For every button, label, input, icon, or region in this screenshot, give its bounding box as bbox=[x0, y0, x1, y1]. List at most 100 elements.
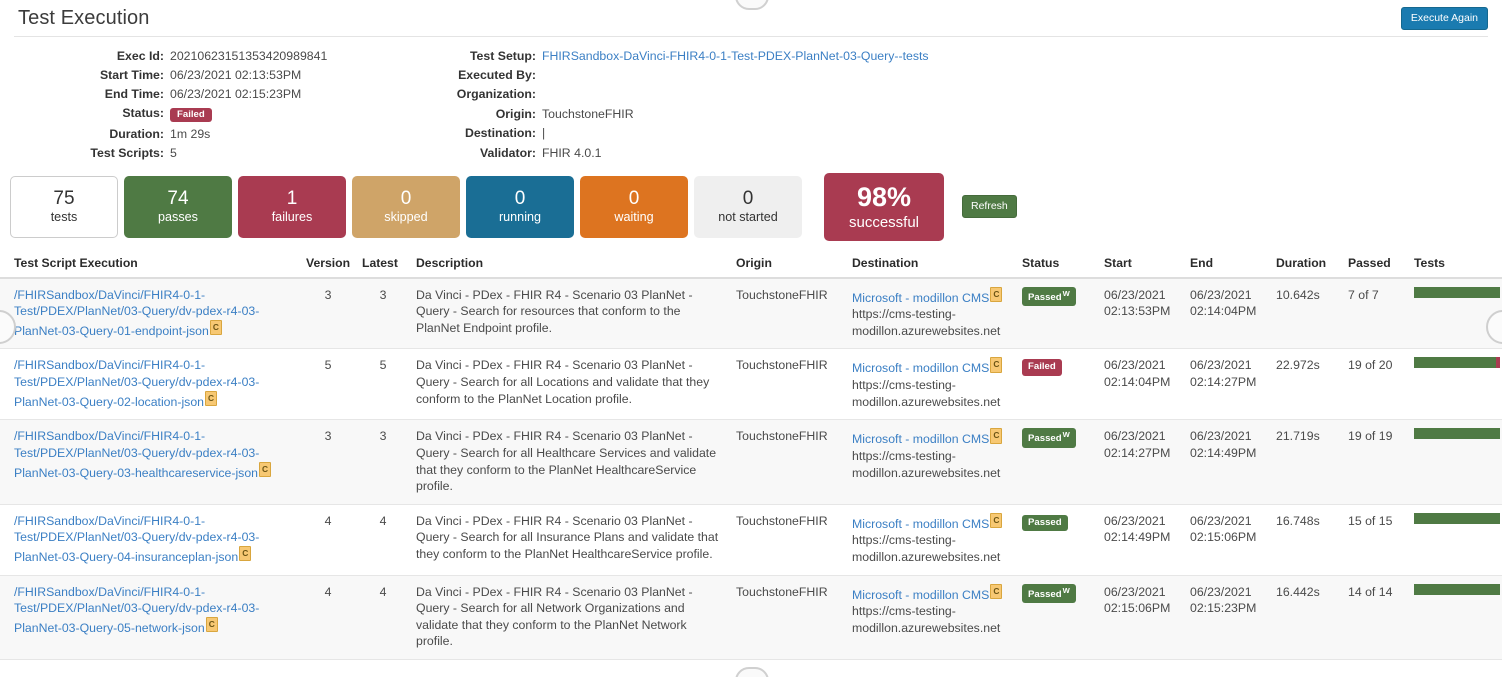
cell-start-date: 06/23/2021 bbox=[1104, 584, 1178, 601]
cell-latest: 5 bbox=[356, 349, 410, 420]
conformance-badge-icon[interactable]: C bbox=[990, 357, 1002, 372]
column-header-start[interactable]: Start bbox=[1098, 251, 1184, 278]
warning-superscript-icon: W bbox=[1063, 430, 1070, 439]
stat-tile-skipped[interactable]: 0skipped bbox=[352, 176, 460, 238]
status-badge[interactable]: PassedW bbox=[1022, 287, 1076, 307]
destination-link[interactable]: Microsoft - modillon CMS bbox=[852, 588, 989, 602]
column-header-origin[interactable]: Origin bbox=[730, 251, 846, 278]
table-row[interactable]: /FHIRSandbox/DaVinci/FHIR4-0-1-Test/PDEX… bbox=[0, 575, 1502, 659]
page-header: Test Execution Execute Again bbox=[0, 0, 1502, 36]
percent-label: successful bbox=[849, 214, 919, 232]
conformance-badge-icon[interactable]: C bbox=[990, 287, 1002, 302]
test-script-link[interactable]: /FHIRSandbox/DaVinci/FHIR4-0-1-Test/PDEX… bbox=[14, 358, 259, 408]
cell-description: Da Vinci - PDex - FHIR R4 - Scenario 03 … bbox=[410, 575, 730, 659]
conformance-badge-icon[interactable]: C bbox=[206, 617, 218, 632]
stat-tile-waiting[interactable]: 0waiting bbox=[580, 176, 688, 238]
status-badge: Failed bbox=[170, 108, 212, 123]
destination-link[interactable]: Microsoft - modillon CMS bbox=[852, 291, 989, 305]
column-header-version[interactable]: Version bbox=[300, 251, 356, 278]
stat-tile-value: 74 bbox=[167, 188, 188, 210]
cell-version: 4 bbox=[300, 504, 356, 575]
stat-tile-failures[interactable]: 1failures bbox=[238, 176, 346, 238]
cell-passed: 19 of 20 bbox=[1342, 349, 1408, 420]
metadata-value[interactable]: FHIRSandbox-DaVinci-FHIR4-0-1-Test-PDEX-… bbox=[542, 46, 1090, 65]
status-badge[interactable]: PassedW bbox=[1022, 584, 1076, 604]
cell-end-time: 02:15:23PM bbox=[1190, 600, 1264, 617]
destination-link[interactable]: Microsoft - modillon CMS bbox=[852, 432, 989, 446]
status-badge[interactable]: PassedW bbox=[1022, 428, 1076, 448]
status-badge-label: Passed bbox=[1028, 517, 1062, 528]
stat-tile-running[interactable]: 0running bbox=[466, 176, 574, 238]
test-script-link[interactable]: /FHIRSandbox/DaVinci/FHIR4-0-1-Test/PDEX… bbox=[14, 288, 259, 338]
cell-destination: Microsoft - modillon CMSChttps://cms-tes… bbox=[846, 278, 1016, 349]
cell-start: 06/23/202102:15:06PM bbox=[1098, 575, 1184, 659]
cell-destination: Microsoft - modillon CMSChttps://cms-tes… bbox=[846, 420, 1016, 504]
cell-start-date: 06/23/2021 bbox=[1104, 428, 1178, 445]
bottom-scroll-nub[interactable] bbox=[735, 667, 769, 677]
conformance-badge-icon[interactable]: C bbox=[990, 513, 1002, 528]
column-header-passed[interactable]: Passed bbox=[1342, 251, 1408, 278]
column-header-test-script-execution[interactable]: Test Script Execution bbox=[0, 251, 300, 278]
stat-tile-passes[interactable]: 74passes bbox=[124, 176, 232, 238]
conformance-badge-icon[interactable]: C bbox=[210, 320, 222, 335]
conformance-badge-icon[interactable]: C bbox=[990, 428, 1002, 443]
stats-tiles: 75tests74passes1failures0skipped0running… bbox=[0, 169, 1502, 251]
stat-tile-tests[interactable]: 75tests bbox=[10, 176, 118, 238]
status-badge[interactable]: Failed bbox=[1022, 359, 1062, 376]
stat-tile-label: skipped bbox=[384, 210, 427, 225]
column-header-tests[interactable]: Tests bbox=[1408, 251, 1502, 278]
column-header-end[interactable]: End bbox=[1184, 251, 1270, 278]
stat-tile-value: 0 bbox=[743, 188, 754, 210]
column-header-latest[interactable]: Latest bbox=[356, 251, 410, 278]
warning-superscript-icon: W bbox=[1063, 586, 1070, 595]
metadata-row: Exec Id:20210623151353420989841 bbox=[0, 46, 390, 65]
conformance-badge-icon[interactable]: C bbox=[205, 391, 217, 406]
column-header-status[interactable]: Status bbox=[1016, 251, 1098, 278]
metadata-label: Duration: bbox=[0, 125, 170, 144]
metadata-label: Start Time: bbox=[0, 65, 170, 84]
metadata-value: FHIR 4.0.1 bbox=[542, 143, 1090, 162]
conformance-badge-icon[interactable]: C bbox=[239, 546, 251, 561]
table-row[interactable]: /FHIRSandbox/DaVinci/FHIR4-0-1-Test/PDEX… bbox=[0, 349, 1502, 420]
cell-duration: 21.719s bbox=[1270, 420, 1342, 504]
cell-start-time: 02:15:06PM bbox=[1104, 600, 1178, 617]
stat-tile-label: failures bbox=[272, 210, 313, 225]
metadata-label: Destination: bbox=[390, 124, 542, 143]
table-row[interactable]: /FHIRSandbox/DaVinci/FHIR4-0-1-Test/PDEX… bbox=[0, 278, 1502, 349]
metadata-value: | bbox=[542, 124, 1090, 143]
test-script-link[interactable]: /FHIRSandbox/DaVinci/FHIR4-0-1-Test/PDEX… bbox=[14, 429, 259, 479]
table-row[interactable]: /FHIRSandbox/DaVinci/FHIR4-0-1-Test/PDEX… bbox=[0, 420, 1502, 504]
cell-origin: TouchstoneFHIR bbox=[730, 420, 846, 504]
cell-passed: 15 of 15 bbox=[1342, 504, 1408, 575]
metadata-value: TouchstoneFHIR bbox=[542, 104, 1090, 123]
destination-url: https://cms-testing-modillon.azurewebsit… bbox=[852, 603, 1010, 636]
test-script-link[interactable]: /FHIRSandbox/DaVinci/FHIR4-0-1-Test/PDEX… bbox=[14, 514, 259, 564]
column-header-description[interactable]: Description bbox=[410, 251, 730, 278]
tests-progress-bar bbox=[1414, 584, 1500, 595]
execute-again-button[interactable]: Execute Again bbox=[1401, 7, 1488, 30]
cell-start-date: 06/23/2021 bbox=[1104, 513, 1178, 530]
table-body: /FHIRSandbox/DaVinci/FHIR4-0-1-Test/PDEX… bbox=[0, 278, 1502, 660]
status-badge[interactable]: Passed bbox=[1022, 515, 1068, 532]
conformance-badge-icon[interactable]: C bbox=[259, 462, 271, 477]
refresh-button[interactable]: Refresh bbox=[962, 195, 1017, 218]
column-header-duration[interactable]: Duration bbox=[1270, 251, 1342, 278]
cell-origin: TouchstoneFHIR bbox=[730, 575, 846, 659]
tests-progress-bar-failed-segment bbox=[1496, 357, 1500, 368]
cell-status: Passed bbox=[1016, 504, 1098, 575]
cell-tests bbox=[1408, 575, 1502, 659]
cell-description: Da Vinci - PDex - FHIR R4 - Scenario 03 … bbox=[410, 420, 730, 504]
metadata-label: End Time: bbox=[0, 84, 170, 103]
conformance-badge-icon[interactable]: C bbox=[990, 584, 1002, 599]
cell-test-script-path: /FHIRSandbox/DaVinci/FHIR4-0-1-Test/PDEX… bbox=[0, 278, 300, 349]
test-execution-page: Test Execution Execute Again Exec Id:202… bbox=[0, 0, 1502, 677]
cell-start: 06/23/202102:13:53PM bbox=[1098, 278, 1184, 349]
column-header-destination[interactable]: Destination bbox=[846, 251, 1016, 278]
destination-link[interactable]: Microsoft - modillon CMS bbox=[852, 517, 989, 531]
stat-tile-not-started[interactable]: 0not started bbox=[694, 176, 802, 238]
table-row[interactable]: /FHIRSandbox/DaVinci/FHIR4-0-1-Test/PDEX… bbox=[0, 504, 1502, 575]
metadata-row: Validator:FHIR 4.0.1 bbox=[390, 143, 1090, 162]
destination-link[interactable]: Microsoft - modillon CMS bbox=[852, 362, 989, 376]
cell-end-date: 06/23/2021 bbox=[1190, 513, 1264, 530]
test-script-link[interactable]: /FHIRSandbox/DaVinci/FHIR4-0-1-Test/PDEX… bbox=[14, 585, 259, 635]
